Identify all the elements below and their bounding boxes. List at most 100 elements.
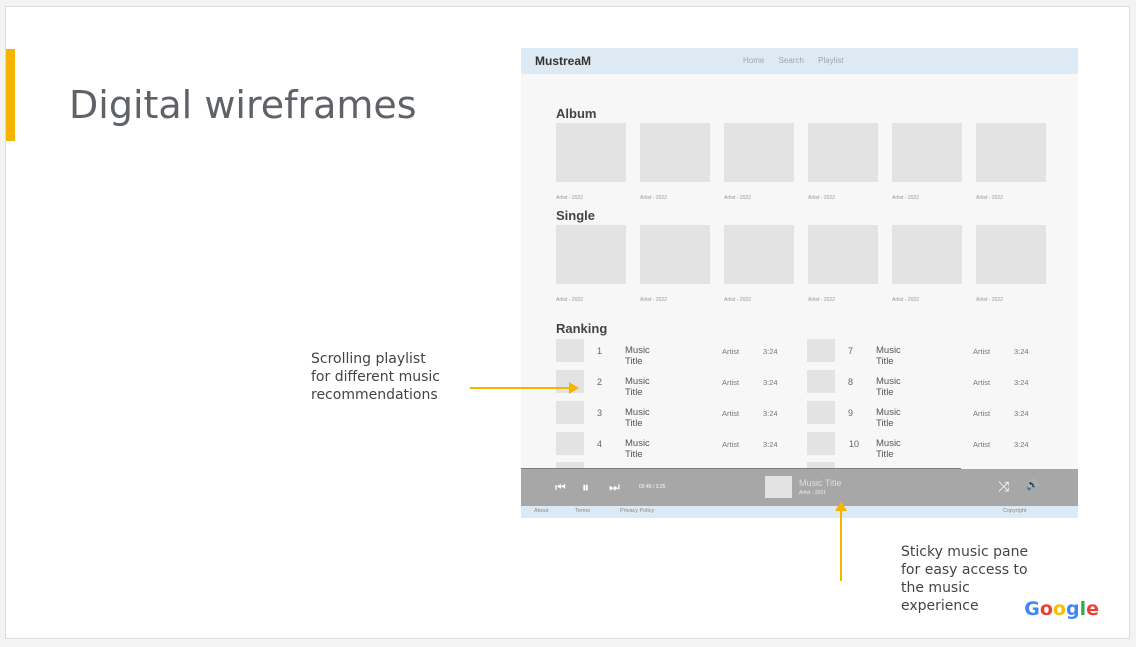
single-card-caption: Artist - 2022: [556, 297, 583, 303]
track-thumbnail: [556, 401, 584, 424]
nav-playlist[interactable]: Playlist: [818, 56, 843, 65]
now-playing-artist: Artist - 2021: [799, 490, 826, 496]
track-duration: 3:24: [763, 409, 778, 418]
track-rank: 7: [848, 346, 854, 356]
track-thumbnail: [556, 432, 584, 455]
callout-playlist: Scrolling playlist for different music r…: [311, 350, 440, 404]
album-card[interactable]: [556, 123, 626, 182]
top-nav: MustreaM Home Search Playlist: [521, 48, 1078, 74]
track-title: Music Title: [625, 376, 650, 398]
track-title: Music Title: [876, 376, 901, 398]
track-duration: 3:24: [1014, 378, 1029, 387]
track-title: Music Title: [876, 407, 901, 429]
ranking-title: Ranking: [556, 321, 608, 336]
single-card-caption: Artist - 2022: [724, 297, 751, 303]
single-card-caption: Artist - 2022: [892, 297, 919, 303]
callout-line: for different music: [311, 369, 441, 385]
accent-bar: [6, 49, 15, 141]
pause-icon[interactable]: ⏸: [582, 479, 589, 496]
shuffle-icon[interactable]: ⤨: [998, 478, 1009, 495]
track-rank: 1: [597, 346, 603, 356]
callout-line: Scrolling playlist: [311, 351, 426, 367]
callout-line: Sticky music pane: [901, 544, 1029, 560]
callout-arrow-player: [835, 501, 847, 581]
single-card[interactable]: [808, 225, 878, 284]
callout-line: the music: [901, 580, 970, 596]
footer-privacy[interactable]: Privacy Policy: [620, 508, 654, 514]
album-card[interactable]: [640, 123, 710, 182]
single-card[interactable]: [892, 225, 962, 284]
wireframe: MustreaM Home Search Playlist Album Arti…: [521, 48, 1078, 518]
track-artist: Artist: [722, 378, 740, 387]
single-card-caption: Artist - 2022: [808, 297, 835, 303]
single-card[interactable]: [724, 225, 794, 284]
footer-terms[interactable]: Terms: [575, 508, 590, 514]
album-title: Album: [556, 106, 597, 121]
album-card-caption: Artist - 2022: [892, 195, 919, 201]
track-duration: 3:24: [763, 347, 778, 356]
callout-line: experience: [901, 598, 979, 614]
slide: Digital wireframes MustreaM Home Search …: [5, 6, 1130, 639]
album-card[interactable]: [808, 123, 878, 182]
track-artist: Artist: [973, 347, 991, 356]
single-card[interactable]: [640, 225, 710, 284]
album-card-caption: Artist - 2022: [808, 195, 835, 201]
track-rank: 10: [849, 439, 860, 449]
track-duration: 3:24: [1014, 409, 1029, 418]
track-artist: Artist: [722, 440, 740, 449]
sticky-player: ⏮ ⏸ ⏭ 02:45 / 3:25 Music Title Artist - …: [521, 469, 1078, 506]
single-card[interactable]: [976, 225, 1046, 284]
previous-icon[interactable]: ⏮: [555, 480, 566, 495]
track-rank: 8: [848, 377, 854, 387]
track-rank: 9: [848, 408, 854, 418]
nav-search[interactable]: Search: [779, 56, 804, 65]
track-title: Music Title: [876, 438, 901, 460]
now-playing-thumbnail[interactable]: [765, 476, 792, 498]
album-card-caption: Artist - 2022: [976, 195, 1003, 201]
track-thumbnail: [807, 432, 835, 455]
track-rank: 3: [597, 408, 603, 418]
callout-line: for easy access to: [901, 562, 1028, 578]
track-thumbnail: [807, 401, 835, 424]
slide-title: Digital wireframes: [69, 83, 417, 127]
album-card-caption: Artist - 2022: [556, 195, 583, 201]
google-logo: Google: [1024, 598, 1099, 620]
track-artist: Artist: [722, 409, 740, 418]
track-artist: Artist: [973, 378, 991, 387]
track-duration: 3:24: [763, 440, 778, 449]
single-card-caption: Artist - 2022: [976, 297, 1003, 303]
track-duration: 3:24: [1014, 440, 1029, 449]
track-duration: 3:24: [1014, 347, 1029, 356]
track-artist: Artist: [973, 409, 991, 418]
album-card[interactable]: [976, 123, 1046, 182]
single-card-caption: Artist - 2022: [640, 297, 667, 303]
footer: About Terms Privacy Policy Copyright: [521, 506, 1078, 518]
track-title: Music Title: [625, 345, 650, 367]
track-artist: Artist: [973, 440, 991, 449]
track-rank: 4: [597, 439, 603, 449]
brand-logo[interactable]: MustreaM: [535, 54, 591, 68]
volume-icon[interactable]: 🔊: [1026, 480, 1038, 491]
single-title: Single: [556, 208, 596, 223]
callout-player: Sticky music pane for easy access to the…: [901, 543, 1028, 615]
footer-about[interactable]: About: [534, 508, 548, 514]
track-title: Music Title: [625, 407, 650, 429]
track-thumbnail: [807, 370, 835, 393]
album-card[interactable]: [724, 123, 794, 182]
track-duration: 3:24: [763, 378, 778, 387]
callout-arrow-playlist: [470, 382, 579, 394]
next-icon[interactable]: ⏭: [609, 480, 620, 495]
album-card[interactable]: [892, 123, 962, 182]
album-card-caption: Artist - 2022: [724, 195, 751, 201]
footer-copyright: Copyright: [1003, 508, 1027, 514]
track-title: Music Title: [625, 438, 650, 460]
now-playing-title: Music Title: [799, 478, 842, 488]
track-thumbnail: [807, 339, 835, 362]
single-card[interactable]: [556, 225, 626, 284]
track-thumbnail: [556, 339, 584, 362]
nav-home[interactable]: Home: [743, 56, 764, 65]
track-artist: Artist: [722, 347, 740, 356]
playback-time: 02:45 / 3:25: [639, 484, 666, 490]
nav-links: Home Search Playlist: [743, 56, 856, 65]
album-card-caption: Artist - 2022: [640, 195, 667, 201]
